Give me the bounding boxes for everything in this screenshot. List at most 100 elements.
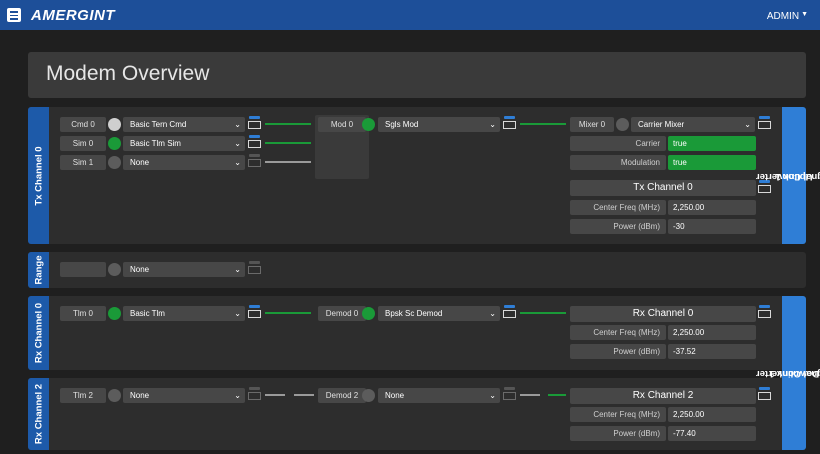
rx-channel-0-panel: Rx Channel 0 Tlm 0 Basic Tlm ⌄ Demod 0 Bp… [28, 296, 784, 370]
rx-channel-0-label: Rx Channel 0 [28, 296, 49, 370]
range-config-icon[interactable] [248, 261, 261, 275]
demod2-status-dot [362, 389, 375, 402]
tx-center-freq-label: Center Freq (MHz) [570, 200, 666, 215]
cmd0-flow-arrow-icon [265, 119, 311, 129]
carrier-label: Carrier [570, 136, 666, 151]
rx0-center-freq-label: Center Freq (MHz) [570, 325, 666, 340]
rx0-center-freq-value: 2,250.00 [668, 325, 756, 340]
sim1-name: Sim 1 [60, 155, 106, 170]
carrier-value: true [668, 136, 756, 151]
sim0-name: Sim 0 [60, 136, 106, 151]
chevron-down-icon: ⌄ [234, 120, 241, 129]
rx2-power-value: -77.40 [668, 426, 756, 441]
demod0-flow-arrow-icon [265, 308, 311, 318]
rx2-flow-arrow-icon [548, 390, 566, 400]
mod0-config-icon[interactable] [503, 116, 516, 130]
cmd0-select[interactable]: Basic Tern Cmd ⌄ [123, 117, 245, 132]
demod0-select[interactable]: Bpsk Sc Demod ⌄ [378, 306, 500, 321]
rx0-power-label: Power (dBm) [570, 344, 666, 359]
tlm2-select[interactable]: None ⌄ [123, 388, 245, 403]
range-label: Range [28, 252, 49, 288]
mixer0-select[interactable]: Carrier Mixer ⌄ [631, 117, 755, 132]
page-header: Modem Overview [28, 52, 806, 98]
demod0-status-dot [362, 307, 375, 320]
range-select[interactable]: None ⌄ [123, 262, 245, 277]
tlm2-config-icon[interactable] [248, 387, 261, 401]
rx2-center-freq-value: 2,250.00 [668, 407, 756, 422]
mod0-select[interactable]: Sgls Mod ⌄ [378, 117, 500, 132]
tlm2-name: Tlm 2 [60, 388, 106, 403]
tx-power-value: -30 [668, 219, 756, 234]
chevron-down-icon: ⌄ [234, 139, 241, 148]
sim0-status-dot [108, 137, 121, 150]
mod0-status-dot [362, 118, 375, 131]
mod0-name: Mod 0 [318, 117, 366, 132]
chevron-down-icon: ⌄ [234, 391, 241, 400]
rx-channel-2-title: Rx Channel 2 [570, 388, 756, 404]
rx-channel-2-panel: Rx Channel 2 Tlm 2 None ⌄ Demod 2 None ⌄ R… [28, 378, 784, 450]
range-panel: Range None ⌄ [28, 252, 806, 288]
chevron-down-icon: ⌄ [744, 120, 751, 129]
user-name: ADMIN [766, 11, 800, 22]
rx-channel-0-title: Rx Channel 0 [570, 306, 756, 322]
demod2-out-arrow-icon [520, 390, 540, 400]
cmd0-config-icon[interactable] [248, 116, 261, 130]
rx-channel-0-config-icon[interactable] [758, 305, 771, 319]
cmd0-status-dot [108, 118, 121, 131]
tlm0-config-icon[interactable] [248, 305, 261, 319]
rx-channel-2-label: Rx Channel 2 [28, 378, 49, 450]
top-bar: AMERGINT ADMIN ▼ [0, 0, 820, 30]
tx-channel-0-title: Tx Channel 0 [570, 180, 756, 196]
demod0-config-icon[interactable] [503, 305, 516, 319]
rx0-power-value: -37.52 [668, 344, 756, 359]
rx-channel-2-config-icon[interactable] [758, 387, 771, 401]
modulation-label: Modulation [570, 155, 666, 170]
tx-power-label: Power (dBm) [570, 219, 666, 234]
user-menu[interactable]: ADMIN ▼ [767, 11, 808, 22]
page-title: Modem Overview [46, 62, 210, 85]
tx-center-freq-value: 2,250.00 [668, 200, 756, 215]
range-name [60, 262, 106, 277]
signal-converter-downlink-label: Signal ConverterDownlink 1 [756, 296, 820, 450]
cmd0-name: Cmd 0 [60, 117, 106, 132]
tx-channel-0-config-icon[interactable] [758, 180, 771, 194]
sim0-select[interactable]: Basic Tlm Sim ⌄ [123, 136, 245, 151]
tlm2-status-dot [108, 389, 121, 402]
mixer0-status-dot [616, 118, 629, 131]
app-logo: AMERGINT [31, 7, 115, 24]
tx-channel-0-label: Tx Channel 0 [28, 107, 49, 244]
rx2-center-freq-label: Center Freq (MHz) [570, 407, 666, 422]
chevron-down-icon: ⌄ [234, 309, 241, 318]
range-status-dot [108, 263, 121, 276]
mixer0-config-icon[interactable] [758, 116, 771, 130]
tlm0-status-dot [108, 307, 121, 320]
caret-down-icon: ▼ [801, 11, 808, 18]
chevron-down-icon: ⌄ [489, 309, 496, 318]
chevron-down-icon: ⌄ [234, 265, 241, 274]
modulation-value: true [668, 155, 756, 170]
hamburger-menu-icon[interactable] [7, 8, 21, 22]
demod0-name: Demod 0 [318, 306, 366, 321]
sim1-select[interactable]: None ⌄ [123, 155, 245, 170]
chevron-down-icon: ⌄ [489, 391, 496, 400]
rx2-power-label: Power (dBm) [570, 426, 666, 441]
sim0-config-icon[interactable] [248, 135, 261, 149]
tx-channel-0-panel: Tx Channel 0 Cmd 0 Basic Tern Cmd ⌄ Sim 0… [28, 107, 784, 244]
demod2-config-icon[interactable] [503, 387, 516, 401]
sim1-status-dot [108, 156, 121, 169]
chevron-down-icon: ⌄ [489, 120, 496, 129]
rx0-flow-arrow-icon [520, 308, 566, 318]
mod0-flow-arrow-icon [520, 119, 566, 129]
demod2-select[interactable]: None ⌄ [378, 388, 500, 403]
tlm2-flow-arrow-icon [265, 390, 285, 400]
chevron-down-icon: ⌄ [234, 158, 241, 167]
sim0-flow-arrow-icon [265, 138, 311, 148]
tlm0-select[interactable]: Basic Tlm ⌄ [123, 306, 245, 321]
demod2-name: Demod 2 [318, 388, 366, 403]
demod2-in-arrow-icon [294, 390, 314, 400]
sim1-config-icon[interactable] [248, 154, 261, 168]
mixer0-name: Mixer 0 [570, 117, 614, 132]
tlm0-name: Tlm 0 [60, 306, 106, 321]
sim1-flow-arrow-icon [265, 157, 311, 167]
signal-converter-uplink-label: Signal ConverterUplink 1 [756, 107, 820, 244]
